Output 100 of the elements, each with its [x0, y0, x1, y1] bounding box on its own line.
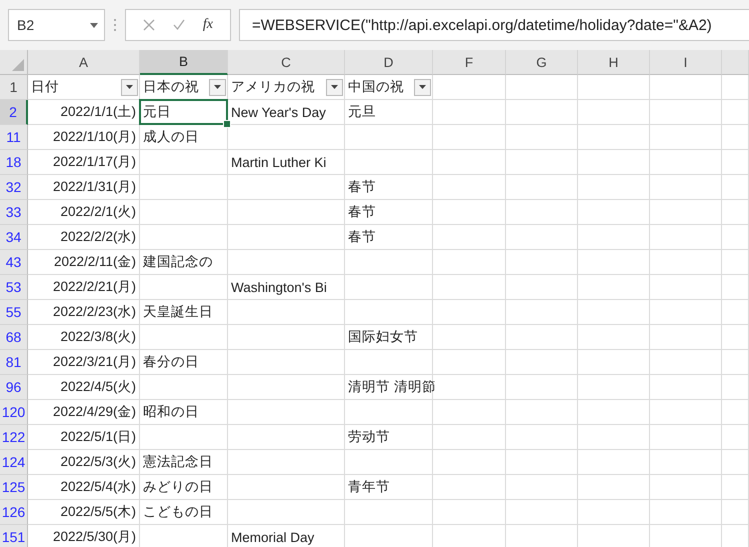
- row-header[interactable]: 55: [0, 300, 28, 325]
- empty-cell: [578, 75, 650, 100]
- empty-cell: [650, 325, 722, 350]
- empty-cell: [506, 475, 578, 500]
- table-cell-text: 元旦: [347, 103, 377, 121]
- empty-cell: [506, 375, 578, 400]
- table-cell-text: Memorial Day: [230, 530, 316, 544]
- empty-cell: [650, 75, 722, 100]
- filter-button[interactable]: [326, 78, 343, 96]
- empty-cell: [722, 500, 749, 525]
- row-header[interactable]: 96: [0, 375, 28, 400]
- empty-cell: [650, 125, 722, 150]
- table-cell-text: 青年节: [347, 478, 391, 496]
- table-cell-text: 2022/5/4(水): [59, 478, 137, 496]
- empty-cell: [650, 250, 722, 275]
- table-cell-text: 2022/4/29(金): [52, 403, 137, 421]
- dropdown-arrow-icon: [214, 85, 221, 89]
- table-cell-text: 2022/2/11(金): [52, 253, 137, 271]
- empty-cell: [578, 225, 650, 250]
- row-header[interactable]: 1: [0, 75, 28, 100]
- empty-cell: [506, 125, 578, 150]
- table-cell-text: 劳动节: [347, 428, 391, 446]
- row-header[interactable]: 122: [0, 425, 28, 450]
- row-header[interactable]: 32: [0, 175, 28, 200]
- row-header[interactable]: 81: [0, 350, 28, 375]
- empty-cell: [578, 425, 650, 450]
- row-header[interactable]: 18: [0, 150, 28, 175]
- empty-cell: [722, 450, 749, 475]
- row-header[interactable]: 53: [0, 275, 28, 300]
- empty-cell: [578, 500, 650, 525]
- row-header[interactable]: 11: [0, 125, 28, 150]
- row-header[interactable]: 126: [0, 500, 28, 525]
- dropdown-arrow-icon: [126, 85, 133, 89]
- empty-cell: [578, 350, 650, 375]
- insert-function-button[interactable]: fx: [202, 17, 213, 33]
- column-header[interactable]: C: [228, 50, 345, 75]
- table-cell-text: 2022/1/10(月): [52, 128, 137, 146]
- column-header[interactable]: I: [650, 50, 722, 75]
- empty-cell: [722, 425, 749, 450]
- filter-button[interactable]: [414, 78, 431, 96]
- empty-cell: [650, 225, 722, 250]
- table-cell-text: 春节: [347, 228, 377, 246]
- empty-cell: [650, 400, 722, 425]
- empty-cell: [578, 175, 650, 200]
- empty-cell: [506, 150, 578, 175]
- empty-cell: [578, 200, 650, 225]
- table-cell-text: 2022/5/3(火): [59, 453, 137, 471]
- table-cell-text: 憲法記念日: [142, 453, 214, 471]
- empty-cell: [650, 300, 722, 325]
- filter-button[interactable]: [121, 78, 138, 96]
- column-header[interactable]: D: [345, 50, 433, 75]
- dropdown-arrow-icon: [419, 85, 426, 89]
- empty-cell: [506, 400, 578, 425]
- empty-cell: [722, 225, 749, 250]
- empty-cell: [650, 350, 722, 375]
- empty-cell: [722, 300, 749, 325]
- row-header[interactable]: 120: [0, 400, 28, 425]
- table-cell-text: 2022/2/21(月): [52, 278, 137, 296]
- empty-cell: [578, 400, 650, 425]
- column-header[interactable]: F: [433, 50, 506, 75]
- column-header[interactable]: G: [506, 50, 578, 75]
- table-cell-text: 2022/2/1(火): [59, 203, 137, 221]
- row-header[interactable]: 151: [0, 525, 28, 547]
- empty-cell: [506, 175, 578, 200]
- row-header[interactable]: 2: [0, 100, 28, 125]
- row-header[interactable]: 125: [0, 475, 28, 500]
- row-header[interactable]: 124: [0, 450, 28, 475]
- empty-cell: [722, 200, 749, 225]
- empty-cell: [650, 175, 722, 200]
- check-icon[interactable]: [172, 19, 185, 31]
- column-header[interactable]: B: [140, 50, 228, 75]
- row-header[interactable]: 34: [0, 225, 28, 250]
- empty-cell: [722, 75, 749, 100]
- row-header[interactable]: 43: [0, 250, 28, 275]
- empty-cell: [578, 100, 650, 125]
- name-box[interactable]: B2: [8, 9, 105, 41]
- fill-handle[interactable]: [223, 120, 231, 128]
- table-cell-text: 昭和の日: [142, 403, 200, 421]
- row-header[interactable]: 68: [0, 325, 28, 350]
- table-cell-text: 春节: [347, 178, 377, 196]
- table-cell-text: 2022/5/5(木): [59, 503, 137, 521]
- empty-cell: [650, 200, 722, 225]
- column-header[interactable]: A: [28, 50, 140, 75]
- filter-button[interactable]: [209, 78, 226, 96]
- row-header[interactable]: 33: [0, 200, 28, 225]
- table-cell-text: 中国の祝: [347, 78, 405, 96]
- table-cell-text: New Year's Day: [230, 104, 327, 120]
- table-cell-text: 2022/2/2(水): [59, 228, 137, 246]
- table-cell-text: 2022/2/23(水): [52, 303, 137, 321]
- empty-cell: [506, 200, 578, 225]
- empty-cell: [578, 275, 650, 300]
- table-cell-text: 天皇誕生日: [142, 303, 214, 321]
- empty-cell: [722, 250, 749, 275]
- formula-field[interactable]: =WEBSERVICE("http://api.excelapi.org/datetime/holiday?date="&A2): [239, 9, 749, 41]
- grip-icon: [113, 18, 117, 32]
- empty-cell: [506, 100, 578, 125]
- table-cell-text: 日本の祝: [142, 78, 200, 96]
- empty-cell: [506, 425, 578, 450]
- table-cell-text: Martin Luther Ki: [230, 154, 328, 170]
- column-header[interactable]: H: [578, 50, 650, 75]
